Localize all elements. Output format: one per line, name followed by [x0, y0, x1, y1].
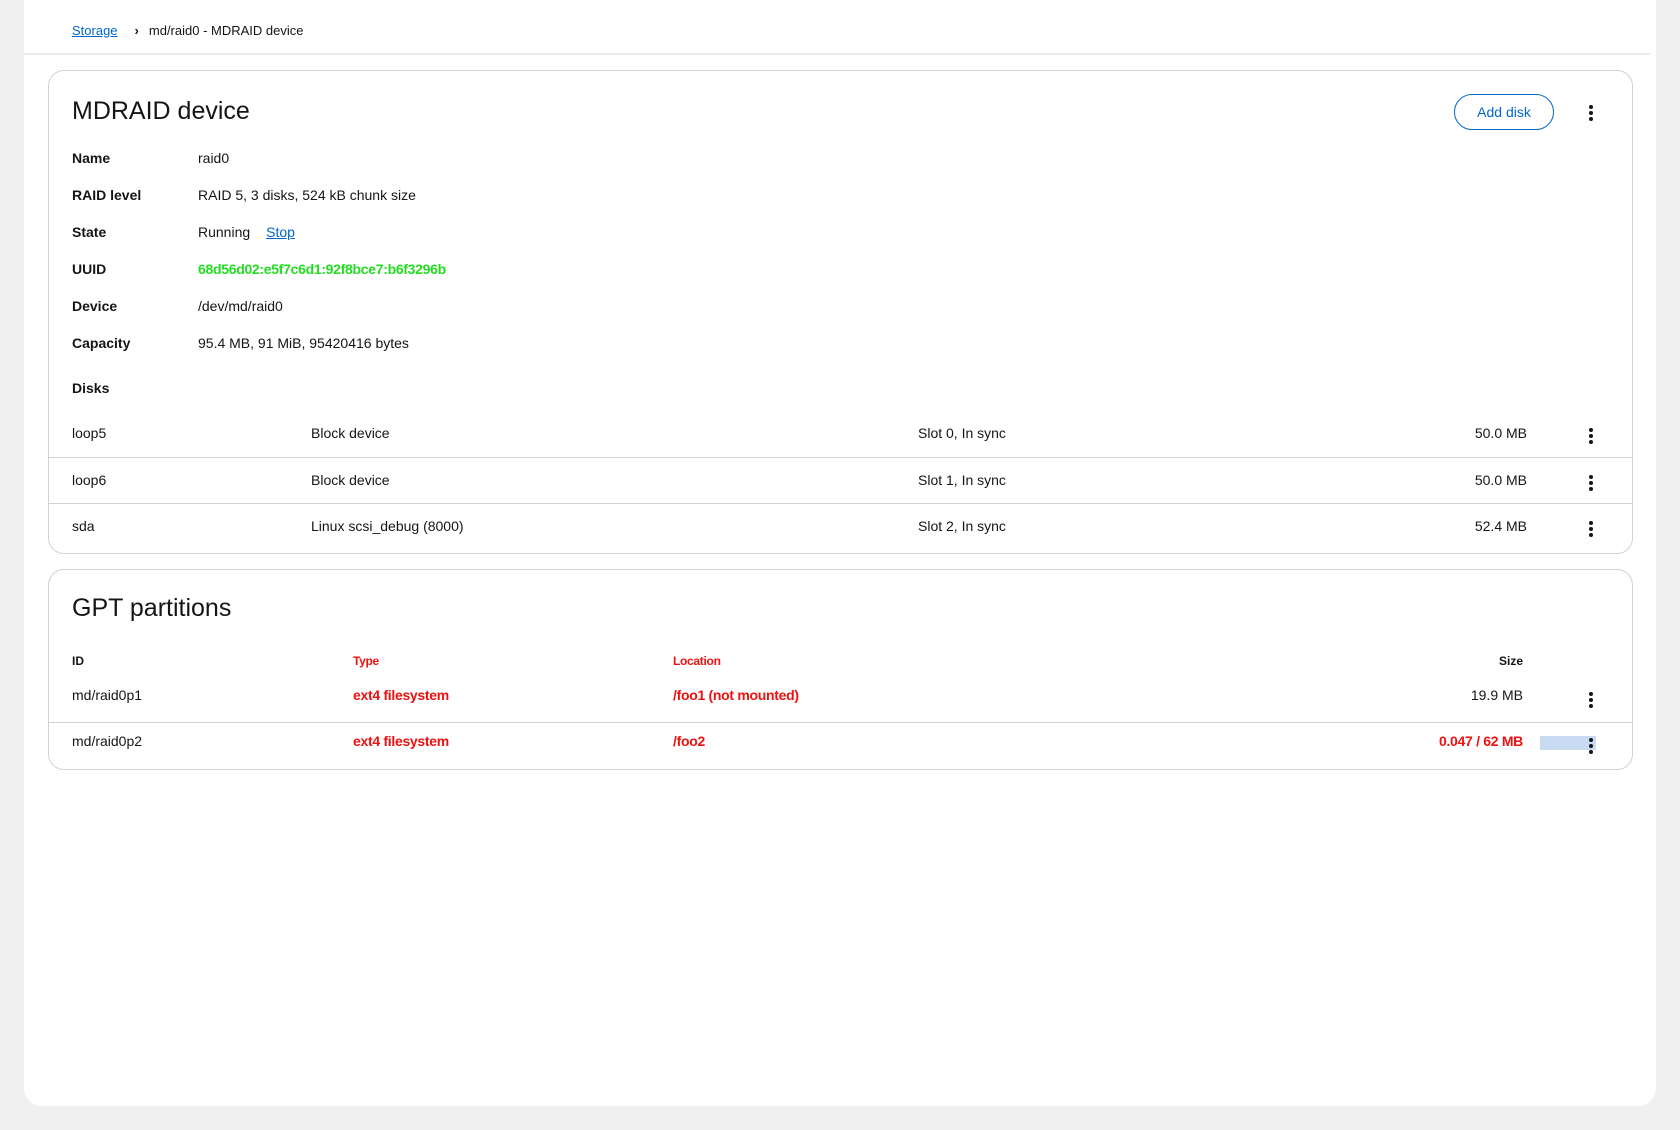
partition-type: ext4 filesystem [353, 733, 449, 749]
gpt-partitions-card: GPT partitions ID Type Location Size md/… [48, 569, 1633, 770]
table-row[interactable]: loop6 Block device Slot 1, In sync 50.0 … [49, 457, 1632, 504]
chevron-right-icon: › [134, 22, 139, 38]
field-device: Device /dev/md/raid0 [72, 298, 283, 314]
field-name: Name raid0 [72, 150, 229, 166]
partition-size: 0.047 / 62 MB [1438, 733, 1523, 749]
disk-name: loop6 [72, 472, 107, 488]
mdraid-device-card: MDRAID device Add disk Name raid0 RAID l… [48, 70, 1633, 554]
field-raid-level: RAID level RAID 5, 3 disks, 524 kB chunk… [72, 187, 416, 203]
disk-actions-kebab-icon[interactable] [1581, 517, 1601, 541]
field-state: State Running Stop [72, 224, 295, 240]
add-disk-button[interactable]: Add disk [1454, 94, 1554, 130]
disk-type: Block device [311, 472, 390, 488]
table-row[interactable]: sda Linux scsi_debug (8000) Slot 2, In s… [49, 503, 1632, 550]
card-title: MDRAID device [72, 97, 250, 125]
partition-size: 19.9 MB [1470, 687, 1523, 703]
disk-slot: Slot 1, In sync [918, 472, 1006, 488]
disk-name: sda [72, 518, 95, 534]
uuid-value: 68d56d02:e5f7c6d1:92f8bce7:b6f3296b [198, 261, 446, 277]
field-label: Device [72, 298, 118, 314]
partition-type: ext4 filesystem [353, 687, 449, 703]
table-row[interactable]: md/raid0p2 ext4 filesystem /foo2 0.047 /… [49, 722, 1632, 769]
disk-slot: Slot 2, In sync [918, 518, 1006, 534]
header-divider [24, 53, 1650, 55]
partition-actions-kebab-icon[interactable] [1581, 688, 1601, 712]
disk-type: Block device [311, 425, 390, 441]
field-capacity: Capacity 95.4 MB, 91 MiB, 95420416 bytes [72, 335, 409, 351]
table-row[interactable]: md/raid0p1 ext4 filesystem /foo1 (not mo… [49, 675, 1632, 721]
state-value: Running [198, 224, 251, 240]
disk-actions-kebab-icon[interactable] [1581, 424, 1601, 448]
field-value: raid0 [198, 150, 230, 166]
partition-location: /foo1 (not mounted) [673, 687, 799, 703]
field-uuid: UUID 68d56d02:e5f7c6d1:92f8bce7:b6f3296b [72, 261, 446, 277]
disks-heading: Disks [72, 380, 110, 396]
disk-actions-kebab-icon[interactable] [1581, 471, 1601, 495]
column-header-type: Type [353, 654, 379, 668]
breadcrumb: Storage › md/raid0 - MDRAID device [72, 20, 304, 40]
field-label: RAID level [72, 187, 142, 203]
field-label: UUID [72, 261, 107, 277]
breadcrumb-current: md/raid0 - MDRAID device [148, 22, 304, 38]
field-label: Capacity [72, 335, 131, 351]
field-value: /dev/md/raid0 [198, 298, 283, 314]
disk-type: Linux scsi_debug (8000) [311, 518, 464, 534]
column-header-size: Size [1498, 654, 1523, 668]
table-row[interactable]: loop5 Block device Slot 0, In sync 50.0 … [49, 411, 1632, 457]
partition-id: md/raid0p2 [72, 733, 143, 749]
disk-size: 50.0 MB [1474, 425, 1527, 441]
column-header-id: ID [72, 654, 84, 668]
stop-link[interactable]: Stop [266, 224, 295, 240]
breadcrumb-storage-link[interactable]: Storage [72, 23, 118, 38]
disk-slot: Slot 0, In sync [918, 425, 1006, 441]
partition-id: md/raid0p1 [72, 687, 143, 703]
field-value: RAID 5, 3 disks, 524 kB chunk size [198, 187, 416, 203]
disk-size: 50.0 MB [1474, 472, 1527, 488]
field-label: State [72, 224, 107, 240]
device-actions-kebab-icon[interactable] [1581, 101, 1601, 125]
disk-size: 52.4 MB [1474, 518, 1527, 534]
field-value: 95.4 MB, 91 MiB, 95420416 bytes [198, 335, 409, 351]
field-label: Name [72, 150, 111, 166]
partition-actions-kebab-icon[interactable] [1581, 734, 1601, 758]
state-value-group: Running Stop [198, 224, 295, 240]
partition-location: /foo2 [673, 733, 705, 749]
disk-name: loop5 [72, 425, 107, 441]
column-header-location: Location [673, 654, 721, 668]
card-title: GPT partitions [72, 594, 232, 622]
